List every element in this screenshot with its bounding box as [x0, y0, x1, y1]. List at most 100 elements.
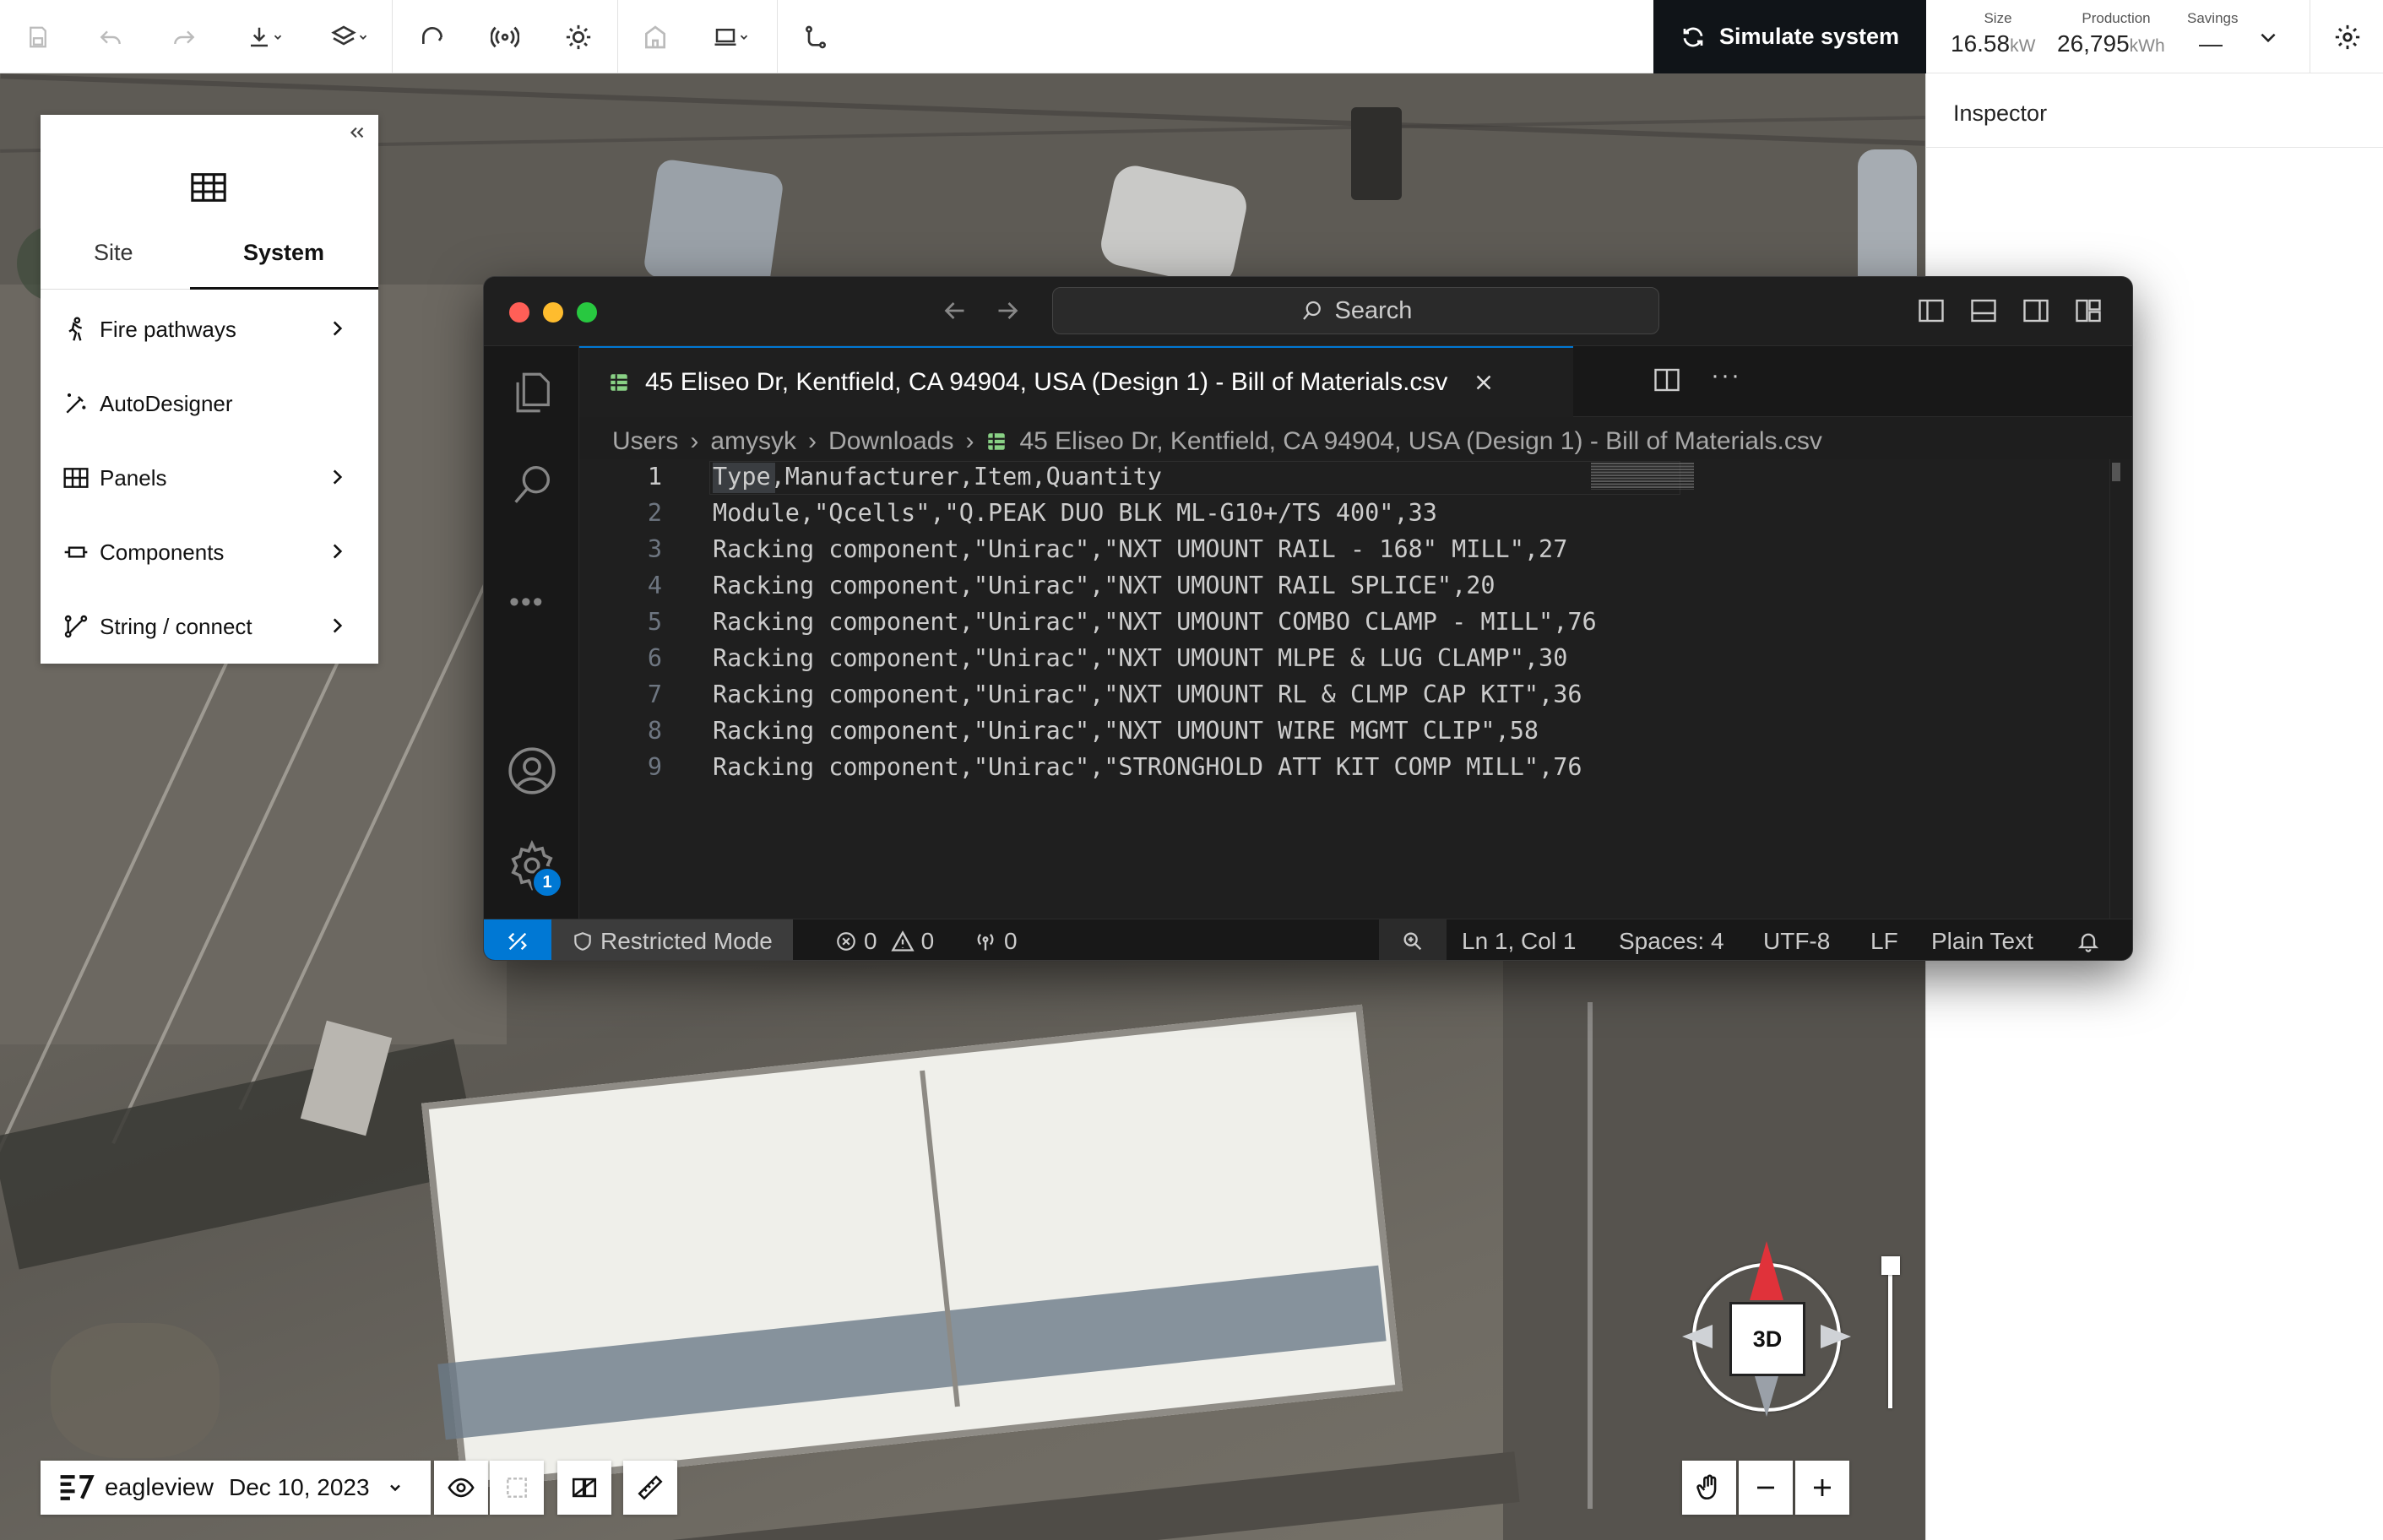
code-line[interactable]: Type,Manufacturer,Item,Quantity: [713, 463, 1162, 491]
layers-icon: [331, 24, 356, 46]
download-menu-button[interactable]: [238, 0, 292, 73]
3d-toggle-button[interactable]: 3D: [1729, 1302, 1805, 1376]
code-line[interactable]: Module,"Qcells","Q.PEAK DUO BLK ML-G10+/…: [713, 499, 1437, 527]
code-line[interactable]: Racking component,"Unirac","NXT UMOUNT R…: [713, 681, 1582, 708]
size-stat: Size 16.58kW: [1951, 10, 2045, 57]
breadcrumb-downloads[interactable]: Downloads: [828, 427, 953, 456]
visibility-toggle-button[interactable]: [434, 1461, 488, 1515]
stats-expand-button[interactable]: [2250, 0, 2287, 73]
minimap[interactable]: [1591, 463, 1694, 490]
pan-tool-button[interactable]: [1682, 1461, 1736, 1515]
tilt-slider[interactable]: [1881, 1256, 1900, 1417]
more-actions-icon[interactable]: ···: [1711, 361, 1741, 390]
sidebar-item-panels[interactable]: Panels: [41, 441, 378, 515]
collapse-panel-button[interactable]: [346, 122, 368, 148]
eol-button[interactable]: LF: [1870, 919, 1898, 960]
building-icon[interactable]: [632, 0, 679, 73]
window-maximize-button[interactable]: [577, 302, 597, 323]
toggle-secondary-sidebar-icon[interactable]: [2021, 296, 2051, 330]
minus-icon: [1757, 1486, 1774, 1489]
chevron-right-icon: [326, 317, 348, 345]
zoom-in-button[interactable]: [1795, 1461, 1849, 1515]
eye-icon: [448, 1478, 475, 1498]
sidebar-item-autodesigner[interactable]: AutoDesigner: [41, 366, 378, 441]
double-chevron-left-icon: [350, 127, 364, 138]
compass-control[interactable]: 3D: [1682, 1241, 1851, 1417]
accounts-icon[interactable]: [506, 745, 558, 801]
encoding-button[interactable]: UTF-8: [1763, 919, 1830, 960]
measure-tool-button[interactable]: [623, 1461, 677, 1515]
breadcrumb-file[interactable]: 45 Eliseo Dr, Kentfield, CA 94904, USA (…: [1019, 427, 1821, 456]
route-icon[interactable]: [792, 0, 839, 73]
sun-icon[interactable]: [555, 0, 602, 73]
save-icon[interactable]: [17, 0, 59, 73]
sidebar-item-string-connect[interactable]: String / connect: [41, 589, 378, 664]
settings-badge: 1: [531, 866, 563, 898]
tab-site[interactable]: Site: [94, 240, 133, 266]
breadcrumb-amysyk[interactable]: amysyk: [710, 427, 796, 456]
nav-back-icon[interactable]: [940, 296, 970, 330]
close-icon[interactable]: [1471, 370, 1496, 395]
more-views-icon[interactable]: •••: [509, 586, 545, 619]
tab-system[interactable]: System: [243, 240, 324, 266]
nav-forward-icon[interactable]: [992, 296, 1023, 330]
sidebar-item-components[interactable]: Components: [41, 515, 378, 589]
layers-menu-button[interactable]: [323, 0, 377, 73]
window-close-button[interactable]: [509, 302, 529, 323]
imagery-selector[interactable]: eagleview Dec 10, 2023: [41, 1461, 431, 1515]
notifications-bell-icon[interactable]: [2076, 919, 2100, 960]
customize-layout-icon[interactable]: [2073, 296, 2103, 330]
settings-gear-icon[interactable]: [2324, 0, 2371, 73]
toggle-panel-icon[interactable]: [1968, 296, 1999, 330]
tilt-slider-handle[interactable]: [1881, 1256, 1900, 1275]
code-line[interactable]: Racking component,"Unirac","NXT UMOUNT W…: [713, 717, 1539, 745]
vscode-window: Search ••• 1 45 Eliseo Dr, Kentfield, CA…: [483, 276, 2133, 961]
search-icon[interactable]: [508, 458, 556, 514]
window-minimize-button[interactable]: [543, 302, 563, 323]
redo-icon[interactable]: [163, 0, 205, 73]
explorer-files-icon[interactable]: [508, 366, 556, 423]
chevron-right-icon: ›: [690, 427, 699, 455]
cursor-position-button[interactable]: Ln 1, Col 1: [1462, 919, 1576, 960]
savings-label: Savings: [2187, 10, 2239, 26]
simulate-system-button[interactable]: Simulate system: [1653, 0, 1926, 73]
imagery-provider: eagleview: [105, 1473, 214, 1501]
vertical-scrollbar[interactable]: [2109, 459, 2121, 919]
broadcast-icon: [977, 933, 994, 950]
top-toolbar: Simulate system Size 16.58kW Production …: [0, 0, 2383, 73]
indentation-button[interactable]: Spaces: 4: [1619, 919, 1724, 960]
language-mode: Plain Text: [1931, 927, 2033, 954]
ports-button[interactable]: 0: [974, 919, 1018, 960]
production-stat: Production 26,795kWh: [2057, 10, 2175, 57]
undo-icon[interactable]: [90, 0, 132, 73]
zoom-button[interactable]: [1379, 919, 1447, 960]
editor-tab-bom-csv[interactable]: 45 Eliseo Dr, Kentfield, CA 94904, USA (…: [579, 346, 1573, 417]
remote-indicator-button[interactable]: [484, 919, 551, 960]
split-editor-icon[interactable]: [1652, 365, 1682, 399]
command-search-box[interactable]: Search: [1052, 287, 1659, 334]
table-file-icon: [988, 433, 1006, 450]
eol: LF: [1870, 927, 1898, 954]
code-line[interactable]: Racking component,"Unirac","NXT UMOUNT R…: [713, 572, 1495, 599]
language-mode-button[interactable]: Plain Text: [1931, 919, 2033, 960]
savings-value: —: [2199, 30, 2223, 57]
manage-gear-icon[interactable]: 1: [506, 839, 563, 898]
zoom-icon: [1403, 932, 1422, 950]
frame-select-button[interactable]: [490, 1461, 544, 1515]
roof-edge-tool-icon[interactable]: [409, 0, 456, 73]
toggle-primary-sidebar-icon[interactable]: [1916, 296, 1946, 330]
code-editor[interactable]: 1 Type,Manufacturer,Item,Quantity 2 Modu…: [579, 459, 2132, 919]
restricted-mode-button[interactable]: Restricted Mode: [551, 919, 793, 960]
code-line[interactable]: Racking component,"Unirac","NXT UMOUNT R…: [713, 535, 1567, 563]
problems-button[interactable]: 0 0: [835, 919, 934, 960]
code-line[interactable]: Racking component,"Unirac","NXT UMOUNT C…: [713, 608, 1597, 636]
compare-imagery-button[interactable]: [557, 1461, 611, 1515]
sidebar-item-fire-pathways[interactable]: Fire pathways: [41, 292, 378, 366]
view-menu-button[interactable]: [704, 0, 758, 73]
zoom-out-button[interactable]: [1739, 1461, 1793, 1515]
size-label: Size: [1984, 10, 2012, 26]
code-line[interactable]: Racking component,"Unirac","NXT UMOUNT M…: [713, 644, 1567, 672]
breadcrumb-users[interactable]: Users: [612, 427, 678, 456]
code-line[interactable]: Racking component,"Unirac","STRONGHOLD A…: [713, 753, 1582, 781]
shade-radio-icon[interactable]: [481, 0, 529, 73]
